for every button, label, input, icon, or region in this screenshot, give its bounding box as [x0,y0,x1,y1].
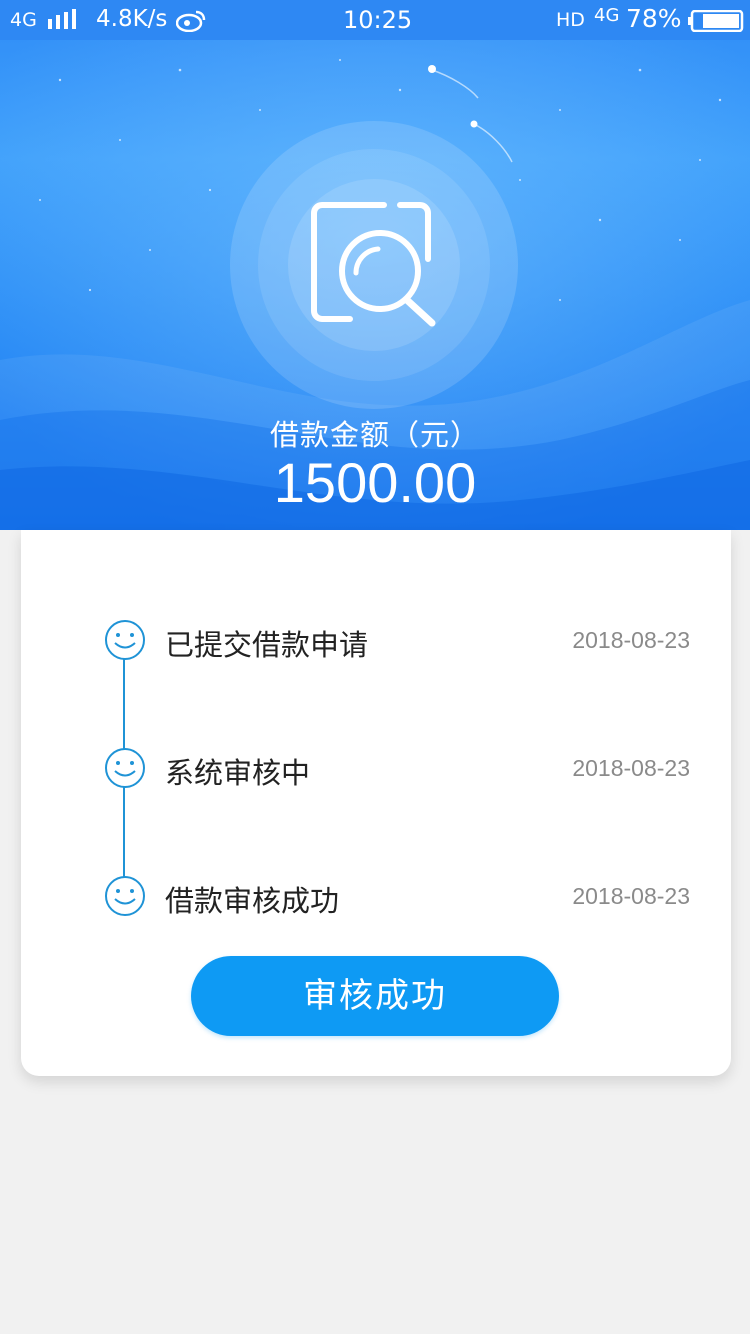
status-bar: 4G 4.8K/s 10:25 HD 4G 78% [0,0,750,40]
step-date: 2018-08-23 [572,755,690,781]
search-document-icon [311,202,436,327]
status-icon-circle [230,121,518,409]
timeline-step-approved: 借款审核成功 2018-08-23 [21,874,731,918]
step-label: 借款审核成功 [165,884,340,918]
step-label: 已提交借款申请 [165,628,369,662]
review-progress-card: 已提交借款申请 2018-08-23 系统审核中 2018-08-23 借款审核… [21,530,731,1076]
smile-icon [105,876,145,916]
network-type: 4G [10,9,37,31]
amount-label: 借款金额（元） [269,418,480,452]
smile-icon [105,620,145,660]
step-label: 系统审核中 [165,756,311,790]
smile-icon [105,748,145,788]
clock: 10:25 [343,6,413,34]
timeline-step-submitted: 已提交借款申请 2018-08-23 [21,618,731,662]
step-date: 2018-08-23 [572,627,690,653]
battery-icon [688,9,744,38]
battery-percent: 78% [626,4,682,33]
network-type-secondary: 4G [594,5,620,26]
hd-indicator: HD [556,9,585,31]
amount-value: 1500.00 [273,451,477,514]
timeline-step-reviewing: 系统审核中 2018-08-23 [21,746,731,790]
review-success-button[interactable]: 审核成功 [191,956,559,1036]
step-date: 2018-08-23 [572,883,690,909]
signal-icon [47,9,77,35]
header-banner: 4G 4.8K/s 10:25 HD 4G 78% 借款金额（元） 1500.0… [0,0,750,530]
weibo-icon [175,8,206,38]
network-speed: 4.8K/s [96,6,168,32]
